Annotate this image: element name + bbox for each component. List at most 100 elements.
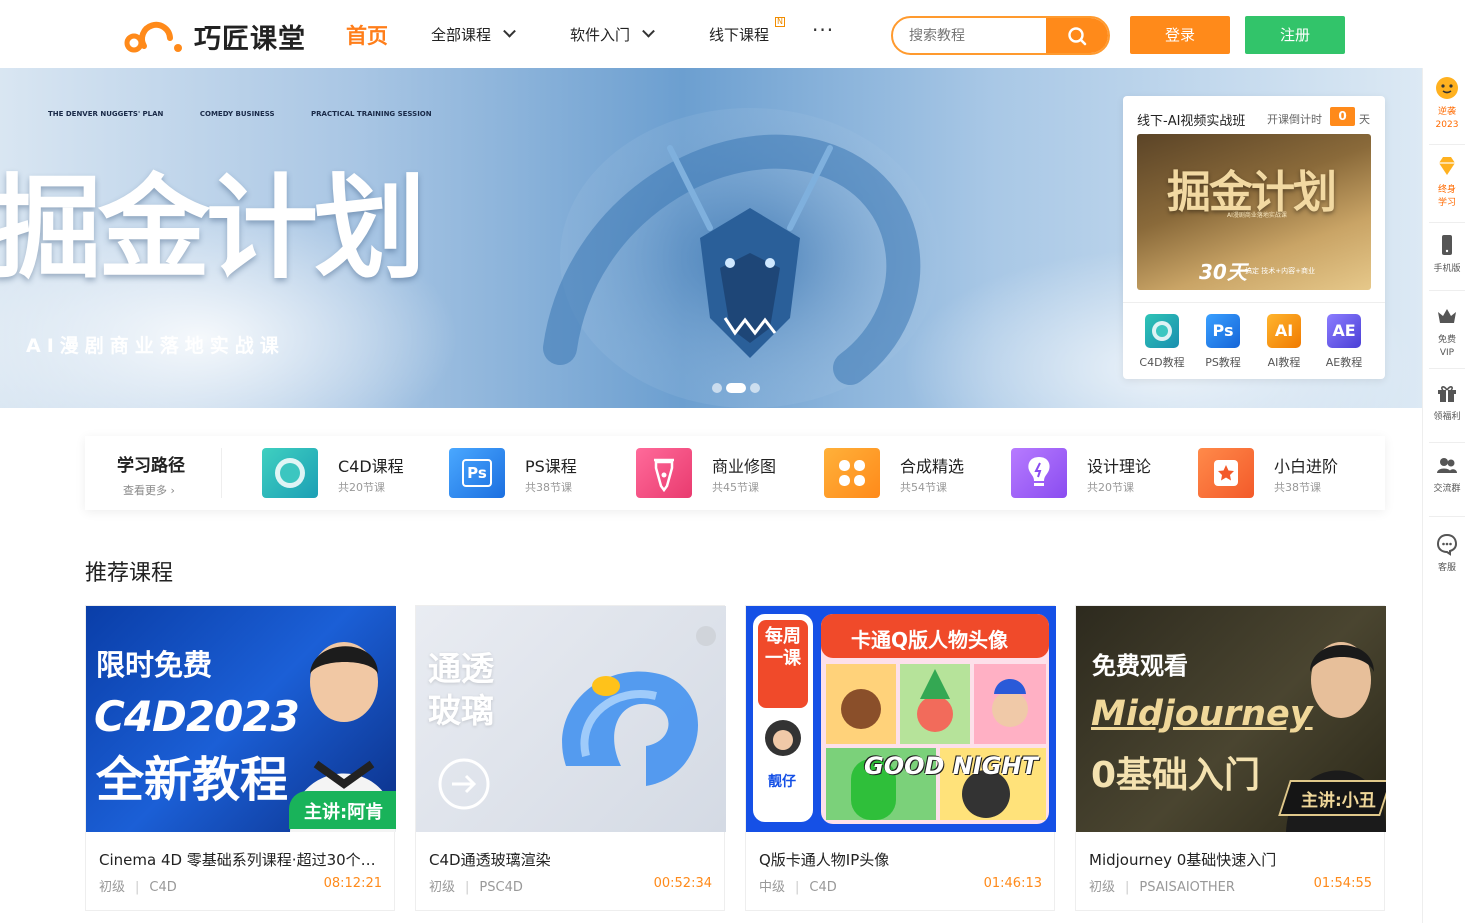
sidebar-item-mobile[interactable]: 手机版: [1423, 233, 1470, 276]
chevron-right-icon: ›: [167, 484, 175, 497]
divider: [1429, 222, 1465, 223]
course-title[interactable]: Q版卡通人物IP头像: [759, 849, 1045, 870]
nav-all-courses-label: 全部课程: [431, 26, 492, 44]
learning-path-header: 学习路径 查看更多 ›: [117, 451, 185, 498]
thumb-text: 通透: [428, 649, 494, 688]
divider: [1429, 368, 1465, 369]
divider: [1429, 516, 1465, 517]
diamond-icon: [1439, 157, 1455, 175]
group-icon: [1437, 458, 1457, 473]
course-duration: 00:52:34: [653, 876, 712, 891]
view-more-link[interactable]: 查看更多 ›: [123, 482, 185, 498]
teacher-badge: 主讲:小丑: [1301, 791, 1376, 811]
tool-label: AI教程: [1267, 356, 1301, 369]
path-item-advanced[interactable]: 小白进阶 共38节课: [1198, 448, 1378, 498]
emoji-icon: [1436, 77, 1458, 99]
right-sidebar: 逆袭 2023 终身 学习 手机版 免费 VIP 领福利 交流群 客服: [1422, 68, 1470, 923]
learning-path: 学习路径 查看更多 › C4D课程 共20节课 Ps PS课程 共38节课 商业…: [85, 436, 1385, 510]
login-button[interactable]: 登录: [1130, 16, 1230, 54]
countdown-value: 0: [1330, 107, 1355, 126]
nav-offline[interactable]: 线下课程: [709, 24, 769, 45]
promo-image-subtitle: AI漫剧商业落地实战课: [1227, 212, 1287, 219]
tool-c4d[interactable]: C4D教程: [1137, 314, 1187, 370]
sidebar-item-comeback[interactable]: 逆袭 2023: [1423, 76, 1470, 132]
phone-icon: [1442, 235, 1452, 255]
register-button[interactable]: 注册: [1245, 16, 1345, 54]
nav-home[interactable]: 首页: [346, 20, 388, 50]
course-card[interactable]: 限时免费 C4D2023 全新教程 主讲:阿肯 Cinema 4D 零基础系列课…: [85, 605, 396, 911]
top-header: 巧匠课堂 首页 全部课程 软件入门 线下课程 N ··· 登录 注册: [0, 0, 1470, 68]
thumb-text: Midjourney: [1091, 694, 1313, 734]
nav-software[interactable]: 软件入门: [570, 24, 655, 45]
course-title[interactable]: C4D通透玻璃渲染: [429, 849, 715, 870]
course-title[interactable]: Midjourney 0基础快速入门: [1089, 849, 1375, 870]
carousel-dot-active[interactable]: [726, 382, 746, 393]
sidebar-item-support[interactable]: 客服: [1423, 532, 1470, 575]
banner-tag: COMEDY BUSINESS: [199, 110, 275, 118]
course-card[interactable]: 通透 玻璃 C4D通透玻璃渲染 初级 | PSC4D 00:52:34: [415, 605, 726, 911]
sidebar-label: 学习: [1437, 198, 1456, 208]
course-card[interactable]: 免费观看 Midjourney 0基础入门 主讲:小丑 Midjourney 0…: [1075, 605, 1386, 911]
course-category: PSAISAIOTHER: [1139, 880, 1235, 895]
search-icon: [1068, 27, 1087, 46]
countdown-unit: 天: [1359, 113, 1370, 126]
search-input[interactable]: [893, 18, 1049, 53]
course-thumbnail[interactable]: 通透 玻璃: [416, 606, 726, 832]
ae-icon: AE: [1327, 314, 1361, 348]
tool-ae[interactable]: AE AE教程: [1319, 314, 1369, 370]
logo[interactable]: 巧匠课堂: [124, 14, 309, 56]
sidebar-item-group[interactable]: 交流群: [1423, 453, 1470, 496]
sidebar-item-lifetime[interactable]: 终身 学习: [1423, 154, 1470, 210]
sidebar-item-welfare[interactable]: 领福利: [1423, 381, 1470, 424]
carousel-dot[interactable]: [712, 382, 722, 393]
path-item-composite[interactable]: 合成精选 共54节课: [824, 448, 1004, 498]
logo-icon: [124, 21, 182, 53]
teacher-badge: 主讲:阿肯: [304, 802, 384, 823]
course-thumbnail[interactable]: 限时免费 C4D2023 全新教程 主讲:阿肯: [86, 606, 396, 832]
course-title[interactable]: Cinema 4D 零基础系列课程·超过30个…: [99, 849, 385, 870]
c4d-icon: [1145, 314, 1179, 348]
path-item-name: 合成精选: [900, 457, 965, 476]
thumb-text: 玻璃: [428, 691, 494, 730]
course-category: C4D: [809, 880, 837, 895]
tool-ps[interactable]: Ps PS教程: [1198, 314, 1248, 370]
learning-path-title: 学习路径: [117, 456, 185, 476]
course-category: PSC4D: [479, 880, 523, 895]
tool-label: AE教程: [1325, 356, 1363, 369]
path-item-ps[interactable]: Ps PS课程 共38节课: [449, 448, 629, 498]
course-card[interactable]: 每周一课 靓仔 卡通Q版人物头像 GOOD NIGHT Q版卡通人物IP头像 中…: [745, 605, 1056, 911]
meta-separator: |: [1125, 880, 1130, 895]
path-item-theory[interactable]: 设计理论 共20节课: [1011, 448, 1191, 498]
promo-image[interactable]: 掘金计划 AI漫剧商业落地实战课 30天 搞定 技术+内容+商业: [1137, 134, 1371, 290]
arrow-right-icon: [438, 758, 490, 810]
promo-image-tagline: 搞定 技术+内容+商业: [1245, 267, 1315, 275]
tool-ai[interactable]: AI AI教程: [1259, 314, 1309, 370]
path-item-c4d[interactable]: C4D课程 共20节课: [262, 448, 442, 498]
ps-icon: Ps: [1206, 314, 1240, 348]
course-duration: 08:12:21: [323, 876, 382, 891]
course-thumbnail[interactable]: 每周一课 靓仔 卡通Q版人物头像 GOOD NIGHT: [746, 606, 1056, 832]
course-meta: 初级 | PSAISAIOTHER: [1089, 876, 1235, 895]
glass-shape-illustration: [562, 626, 716, 786]
sidebar-item-vip[interactable]: 免费 VIP: [1423, 304, 1470, 360]
nav-all-courses[interactable]: 全部课程: [431, 24, 516, 45]
nav-more-button[interactable]: ···: [812, 18, 834, 42]
ps-glyph: Ps: [462, 459, 492, 487]
search-button[interactable]: [1046, 18, 1108, 53]
divider: [1429, 290, 1465, 291]
gift-icon: [1438, 386, 1456, 402]
meta-separator: |: [465, 880, 470, 895]
path-item-name: 商业修图: [712, 457, 777, 476]
path-item-retouch[interactable]: 商业修图 共45节课: [636, 448, 816, 498]
course-duration: 01:46:13: [983, 876, 1042, 891]
carousel-dot[interactable]: [750, 382, 760, 393]
ai-icon: AI: [1267, 314, 1301, 348]
path-item-count: 共20节课: [1087, 481, 1134, 494]
course-thumbnail[interactable]: 免费观看 Midjourney 0基础入门 主讲:小丑: [1076, 606, 1386, 832]
promo-title[interactable]: 线下-AI视频实战班: [1137, 110, 1245, 129]
cartoon-characters-illustration: [826, 664, 1046, 820]
path-item-count: 共54节课: [900, 481, 947, 494]
sidebar-label: 终身: [1437, 185, 1456, 195]
course-meta: 初级 | PSC4D: [429, 876, 523, 895]
thumb-text: C4D2023: [94, 692, 300, 741]
